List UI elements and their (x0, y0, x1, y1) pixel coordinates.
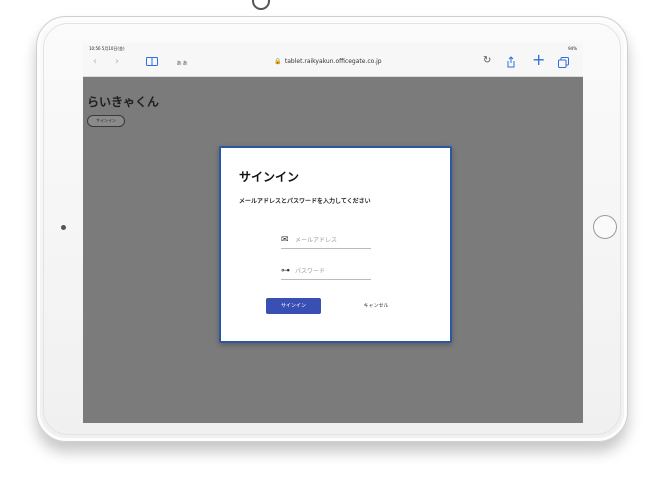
key-icon: ⊶ (281, 266, 290, 276)
mail-icon: ✉ (281, 235, 289, 245)
tablet-screen: 10:56 5月10日(金) 94% ‹ › ぁぁ 🔒 tablet.raikya… (83, 43, 583, 423)
password-field: ⊶ (281, 265, 371, 280)
reader-settings-button[interactable]: ぁぁ (176, 58, 188, 67)
device-top-ring (252, 0, 270, 10)
app-title: らいきゃくん (87, 95, 160, 109)
email-input[interactable] (295, 234, 369, 246)
email-field: ✉ (281, 234, 371, 249)
status-time: 10:56 5月10日(金) (89, 46, 125, 51)
status-bar: 10:56 5月10日(金) 94% (83, 43, 583, 53)
url-text: tablet.raikyakun.officegate.co.jp (284, 58, 382, 65)
signin-dialog: サインイン メールアドレスとパスワードを入力してください ✉ ⊶ サインイン キ… (219, 146, 452, 343)
new-tab-icon[interactable]: + (532, 52, 545, 68)
address-bar[interactable]: 🔒 tablet.raikyakun.officegate.co.jp (263, 56, 393, 68)
password-input[interactable] (295, 265, 369, 277)
front-camera (61, 225, 66, 230)
share-icon[interactable] (505, 56, 517, 68)
home-button[interactable] (593, 215, 617, 239)
dialog-title: サインイン (239, 170, 300, 184)
book-icon[interactable] (146, 57, 158, 66)
browser-toolbar: 10:56 5月10日(金) 94% ‹ › ぁぁ 🔒 tablet.raikya… (83, 43, 583, 77)
chevron-left-icon[interactable]: ‹ (93, 56, 97, 68)
reload-icon[interactable]: ↻ (483, 55, 491, 66)
tablet-frame: 10:56 5月10日(金) 94% ‹ › ぁぁ 🔒 tablet.raikya… (36, 16, 628, 442)
signin-button[interactable]: サインイン (266, 298, 321, 314)
dialog-description: メールアドレスとパスワードを入力してください (239, 198, 371, 205)
tabs-icon[interactable] (558, 57, 569, 68)
cancel-button[interactable]: キャンセル (351, 298, 401, 314)
battery-indicator: 94% (568, 46, 577, 51)
signin-pill-button[interactable]: サインイン (87, 115, 125, 127)
chevron-right-icon[interactable]: › (115, 56, 119, 68)
lock-icon: 🔒 (274, 58, 282, 65)
